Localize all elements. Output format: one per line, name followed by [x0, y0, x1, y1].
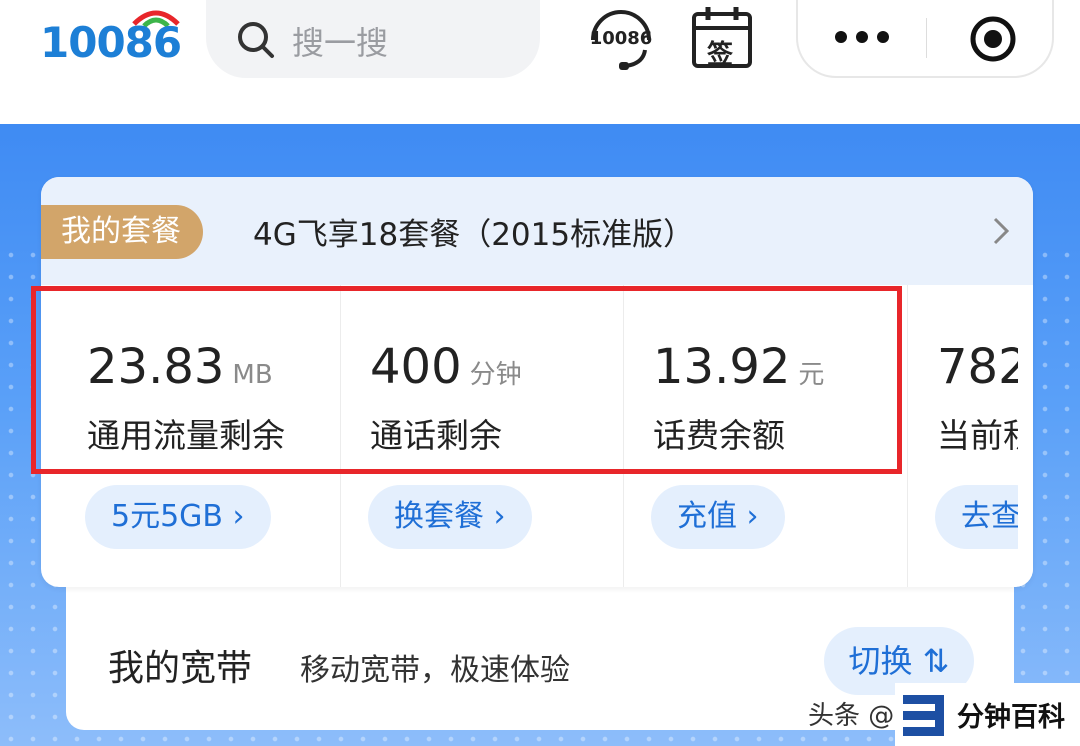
brand-mark-icon: [903, 695, 944, 736]
search-placeholder: 搜一搜: [292, 24, 389, 62]
recharge-button[interactable]: 充值 ›: [651, 485, 785, 549]
hotline-button[interactable]: 10086: [585, 2, 657, 74]
watermark-brand: 分钟百科: [957, 702, 1065, 733]
search-icon: [238, 22, 274, 58]
my-package-tag: 我的套餐: [41, 205, 203, 259]
buy-data-button[interactable]: 5元5GB ›: [85, 485, 271, 549]
top-bar: 10086 搜一搜 10086 签: [0, 0, 1080, 124]
package-name: 4G飞享18套餐（2015标准版）: [253, 217, 695, 253]
watermark-prefix: 头条 @: [808, 701, 895, 731]
card-right-edge: [1018, 285, 1033, 587]
hotline-number: 10086: [589, 28, 653, 49]
logo-text: 10086: [40, 18, 182, 67]
search-bar[interactable]: 搜一搜: [206, 0, 540, 78]
watermark-logo: 分钟百科: [895, 683, 1080, 746]
mini-program-capsule: [796, 0, 1054, 78]
chevron-right-icon: [993, 217, 1009, 245]
broadband-title: 我的宽带: [108, 648, 253, 689]
stat-value: 782: [937, 339, 1029, 395]
package-header[interactable]: 我的套餐 4G飞享18套餐（2015标准版）: [41, 177, 1033, 285]
stat-points[interactable]: 782 当前积 去查: [891, 285, 1033, 587]
change-plan-button[interactable]: 换套餐 ›: [368, 485, 532, 549]
buy-data-label: 5元5GB: [111, 499, 224, 534]
points-value: 782: [937, 339, 1029, 395]
check-points-label: 去查: [961, 499, 1021, 534]
change-plan-label: 换套餐: [394, 499, 484, 534]
more-dots-icon[interactable]: [834, 30, 890, 44]
capsule-divider: [926, 18, 927, 58]
highlight-box: [31, 286, 902, 474]
sign-label: 签: [707, 40, 734, 70]
daily-sign-button[interactable]: 签: [690, 4, 754, 70]
app-logo[interactable]: 10086: [40, 0, 190, 80]
recharge-label: 充值: [677, 499, 737, 534]
target-icon[interactable]: [968, 14, 1018, 64]
broadband-subtitle: 移动宽带，极速体验: [300, 653, 570, 688]
